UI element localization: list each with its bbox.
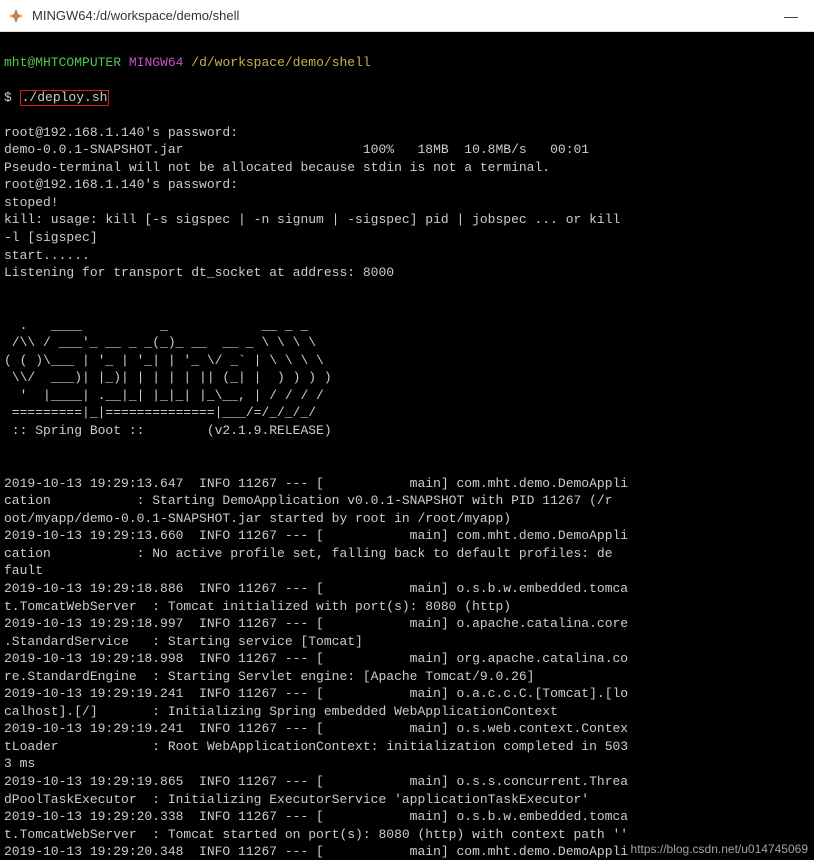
prompt-line: mht@MHTCOMPUTER MINGW64 /d/workspace/dem… [4,54,810,72]
highlighted-command: ./deploy.sh [20,90,110,106]
log-line: cation : Starting DemoApplication v0.0.1… [4,492,810,510]
output-line: start...... [4,247,810,265]
log-line: t.TomcatWebServer : Tomcat initialized w… [4,598,810,616]
output-line [4,282,810,300]
log-line: re.StandardEngine : Starting Servlet eng… [4,668,810,686]
mingw-icon [8,8,24,24]
log-line: calhost].[/] : Initializing Spring embed… [4,703,810,721]
banner-line: /\\ / ___'_ __ _ _(_)_ __ __ _ \ \ \ \ [4,334,810,352]
minimize-button[interactable]: — [768,0,814,32]
log-line: 2019-10-13 19:29:18.886 INFO 11267 --- [… [4,580,810,598]
log-line: 2019-10-13 19:29:19.241 INFO 11267 --- [… [4,685,810,703]
log-line: cation : No active profile set, falling … [4,545,810,563]
prompt-cwd: /d/workspace/demo/shell [191,55,370,70]
banner-line: ( ( )\___ | '_ | '_| | '_ \/ _` | \ \ \ … [4,352,810,370]
log-line: 2019-10-13 19:29:18.997 INFO 11267 --- [… [4,615,810,633]
banner-line: . ____ _ __ _ _ [4,317,810,335]
banner-line: :: Spring Boot :: (v2.1.9.RELEASE) [4,422,810,440]
prompt-user-host: mht@MHTCOMPUTER [4,55,121,70]
log-line: dPoolTaskExecutor : Initializing Executo… [4,791,810,809]
log-line: oot/myapp/demo-0.0.1-SNAPSHOT.jar starte… [4,510,810,528]
log-line: 2019-10-13 19:29:20.338 INFO 11267 --- [… [4,808,810,826]
log-line: .StandardService : Starting service [Tom… [4,633,810,651]
titlebar: MINGW64:/d/workspace/demo/shell — [0,0,814,32]
output-line: root@192.168.1.140's password: [4,124,810,142]
output-line: kill: usage: kill [-s sigspec | -n signu… [4,211,810,229]
log-output: 2019-10-13 19:29:13.647 INFO 11267 --- [… [4,475,810,860]
prompt-symbol: $ [4,90,20,105]
output-line: demo-0.0.1-SNAPSHOT.jar 100% 18MB 10.8MB… [4,141,810,159]
log-line: fault [4,562,810,580]
log-line: 2019-10-13 19:29:13.647 INFO 11267 --- [… [4,475,810,493]
output-line: Pseudo-terminal will not be allocated be… [4,159,810,177]
log-line: tLoader : Root WebApplicationContext: in… [4,738,810,756]
log-line: 3 ms [4,755,810,773]
output-line: Listening for transport dt_socket at add… [4,264,810,282]
log-line: 2019-10-13 19:29:19.241 INFO 11267 --- [… [4,720,810,738]
prompt-shell: MINGW64 [129,55,184,70]
output-line: stoped! [4,194,810,212]
log-line: t.TomcatWebServer : Tomcat started on po… [4,826,810,844]
output-line: -l [sigspec] [4,229,810,247]
banner-line: ' |____| .__|_| |_|_| |_\__, | / / / / [4,387,810,405]
window-title: MINGW64:/d/workspace/demo/shell [32,8,239,23]
banner-line [4,440,810,458]
watermark: https://blog.csdn.net/u014745069 [631,842,808,856]
terminal-area[interactable]: mht@MHTCOMPUTER MINGW64 /d/workspace/dem… [0,32,814,860]
banner-line: =========|_|==============|___/=/_/_/_/ [4,404,810,422]
command-line: $ ./deploy.sh [4,89,810,107]
log-line: 2019-10-13 19:29:18.998 INFO 11267 --- [… [4,650,810,668]
log-line: 2019-10-13 19:29:13.660 INFO 11267 --- [… [4,527,810,545]
spring-banner: . ____ _ __ _ _ /\\ / ___'_ __ _ _(_)_ _… [4,317,810,457]
output-line: root@192.168.1.140's password: [4,176,810,194]
pre-banner-output: root@192.168.1.140's password:demo-0.0.1… [4,124,810,299]
log-line: 2019-10-13 19:29:19.865 INFO 11267 --- [… [4,773,810,791]
banner-line: \\/ ___)| |_)| | | | | || (_| | ) ) ) ) [4,369,810,387]
window-controls: — [768,0,814,32]
